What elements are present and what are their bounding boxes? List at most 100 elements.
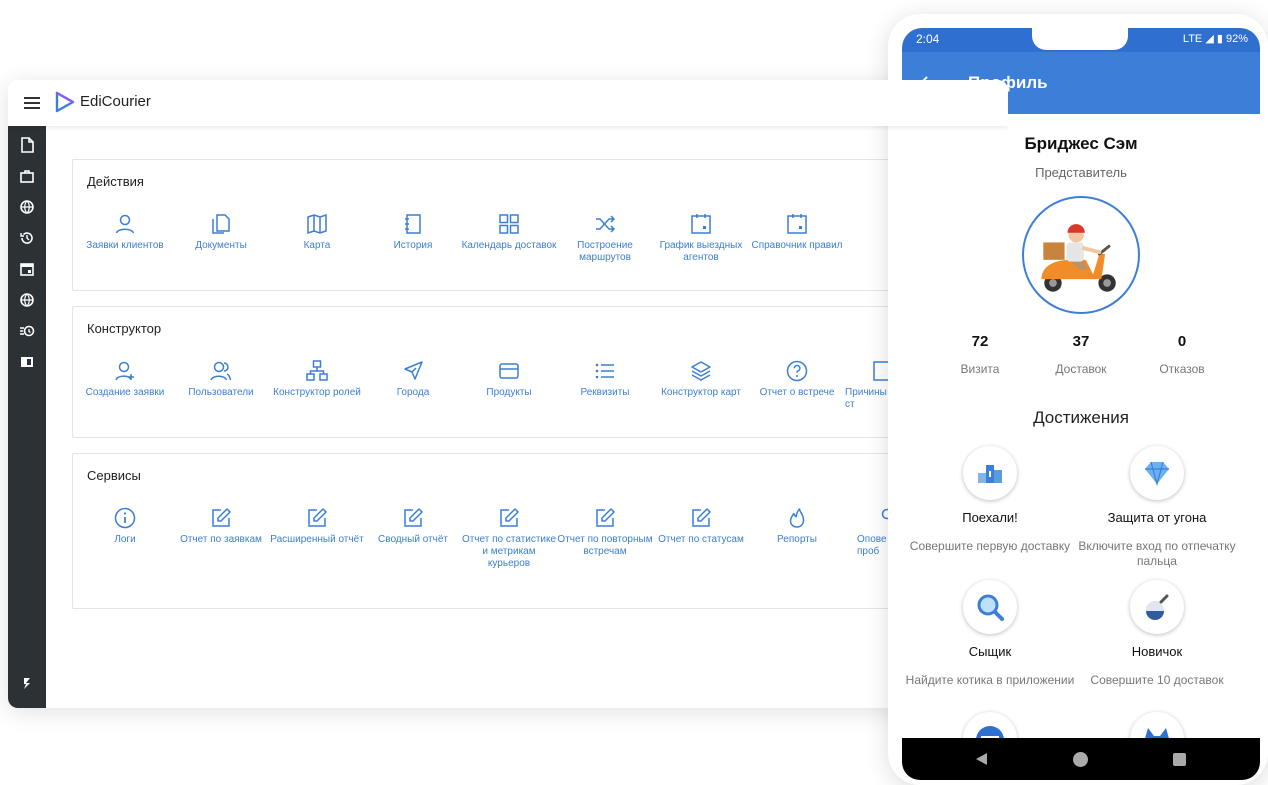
tile-reports[interactable]: Репорты: [749, 506, 845, 546]
achievement-beginner[interactable]: Новичок Совершите 10 доставок: [1072, 580, 1242, 688]
avatar[interactable]: [1022, 196, 1140, 314]
achievement-badge: [1130, 446, 1184, 500]
shuffle-icon: [596, 215, 616, 233]
flask-icon: [1146, 594, 1169, 620]
stat-label: Визита: [960, 362, 1000, 376]
credit-card-icon: [499, 363, 519, 379]
achievement-desc: Включите вход по отпечатку пальца: [1078, 539, 1236, 568]
edit-icon: [500, 508, 519, 527]
network-type: LTE: [1182, 33, 1203, 45]
nav-back-icon[interactable]: [976, 753, 987, 765]
tile-label: Построение маршрутов: [577, 240, 633, 263]
sidebar-briefcase-icon[interactable]: [18, 167, 36, 185]
achievement-detective[interactable]: Сыщик Найдите котика в приложении: [905, 580, 1075, 688]
actions-title: Действия: [87, 174, 144, 189]
achievement-badge: [1130, 580, 1184, 634]
tile-map-constructor[interactable]: Конструктор карт: [653, 359, 749, 399]
tile-meeting-report[interactable]: Отчет о встрече: [749, 359, 845, 399]
top-bar: EdiCourier: [8, 80, 1008, 126]
layers-icon: [691, 361, 711, 381]
tile-cities[interactable]: Города: [365, 359, 461, 399]
tile-documents[interactable]: Документы: [173, 212, 269, 252]
tile-label: Календарь доставок: [461, 240, 557, 251]
tile-status-report[interactable]: Отчет по статусам: [653, 506, 749, 546]
achievement-name: Защита от угона: [1107, 510, 1207, 525]
nav-recents-icon[interactable]: [1173, 753, 1186, 766]
tile-label: Отчет по повторным встречам: [557, 534, 653, 557]
tile-label: Отчет по заявкам: [180, 534, 262, 545]
phone-screen: 2:04 LTE ◢ ▮ 92% Профиль Бриджес Сэм Пре…: [902, 28, 1260, 780]
add-user-icon: [115, 361, 134, 381]
calendar-icon: [691, 214, 711, 234]
fire-icon: [789, 508, 805, 528]
tile-role-constructor[interactable]: Конструктор ролей: [269, 359, 365, 399]
achievement-desc: Найдите котика в приложении: [905, 673, 1075, 687]
tile-products[interactable]: Продукты: [461, 359, 557, 399]
tile-rules-reference[interactable]: Справочник правил: [749, 212, 845, 252]
tile-logs[interactable]: Логи: [77, 506, 173, 546]
tile-label: История: [393, 240, 433, 251]
stat-label: Отказов: [1159, 362, 1205, 376]
tile-label: Документы: [195, 240, 247, 251]
tile-requisites[interactable]: Реквизиты: [557, 359, 653, 399]
tile-label: Сводный отчёт: [378, 534, 448, 545]
tile-label: Причины в ст: [845, 387, 895, 410]
sidebar-globe-icon[interactable]: [18, 198, 36, 216]
nav-home-icon[interactable]: [1073, 752, 1088, 767]
tile-label: Отчет по статистике и метрикам курьеров: [461, 534, 557, 569]
status-indicators: LTE ◢ ▮ 92%: [1183, 32, 1248, 45]
phone-mockup: 2:04 LTE ◢ ▮ 92% Профиль Бриджес Сэм Пре…: [888, 14, 1268, 785]
profile-name: Бриджес Сэм: [1024, 134, 1138, 153]
sidebar-globe-2-icon[interactable]: [18, 291, 36, 309]
tile-label: Справочник правил: [751, 240, 843, 251]
achievement-lets-go[interactable]: Поехали! Совершите первую доставку: [905, 446, 1075, 554]
tile-delivery-calendar[interactable]: Календарь доставок: [461, 212, 557, 252]
tile-history[interactable]: История: [365, 212, 461, 252]
tile-label: Конструктор ролей: [273, 387, 361, 398]
achievement-name: Поехали!: [962, 510, 1018, 525]
sidebar-brand-icon: [18, 674, 36, 692]
battery-level: 92%: [1225, 33, 1248, 45]
sidebar-history-icon[interactable]: [18, 229, 36, 247]
sidebar-schedule-icon[interactable]: [18, 322, 36, 340]
tile-users[interactable]: Пользователи: [173, 359, 269, 399]
edicourier-logo-icon: [55, 91, 75, 113]
tile-label: Отчет о встрече: [759, 387, 835, 398]
tile-map[interactable]: Карта: [269, 212, 365, 252]
tile-repeat-meetings-report[interactable]: Отчет по повторным встречам: [557, 506, 653, 558]
achievement-anti-theft[interactable]: Защита от угона Включите вход по отпечат…: [1072, 446, 1242, 569]
sidebar-document-icon[interactable]: [18, 136, 36, 154]
tile-courier-metrics-report[interactable]: Отчет по статистике и метрикам курьеров: [461, 506, 557, 570]
stat-value: 0: [1177, 333, 1187, 350]
tile-field-agents-schedule[interactable]: График выездных агентов: [653, 212, 749, 264]
tile-label: Конструктор карт: [661, 387, 741, 398]
sidebar-panel-icon[interactable]: [18, 353, 36, 371]
achievement-name: Новичок: [1131, 644, 1183, 659]
services-title: Сервисы: [87, 468, 141, 483]
tile-reasons[interactable]: Причины в ст: [835, 359, 895, 411]
android-nav-bar: [902, 738, 1260, 780]
hamburger-menu-icon[interactable]: [24, 94, 40, 110]
tile-label: Репорты: [777, 534, 817, 545]
airplane-icon: [404, 361, 423, 380]
diamond-icon: [1145, 461, 1169, 487]
tile-label: Отчет по статусам: [658, 534, 744, 545]
tile-summary-report[interactable]: Сводный отчёт: [365, 506, 461, 546]
map-icon: [307, 213, 327, 235]
sidebar-calendar-icon[interactable]: [18, 260, 36, 278]
tile-label: Создание заявки: [85, 387, 165, 398]
documents-icon: [212, 214, 230, 234]
signal-icon: ◢: [1205, 33, 1214, 45]
stat-value: 72: [971, 333, 989, 350]
tile-extended-report[interactable]: Расширенный отчёт: [269, 506, 365, 546]
tile-label: Продукты: [486, 387, 532, 398]
tile-requests-report[interactable]: Отчет по заявкам: [173, 506, 269, 546]
status-bar: 2:04 LTE ◢ ▮ 92%: [902, 28, 1260, 52]
achievement-badge: [963, 446, 1017, 500]
tile-route-building[interactable]: Построение маршрутов: [557, 212, 653, 264]
stat-refusals: 0 Отказов: [1132, 333, 1232, 376]
tile-create-request[interactable]: Создание заявки: [77, 359, 173, 399]
tile-client-requests[interactable]: Заявки клиентов: [77, 212, 173, 252]
edit-icon: [596, 508, 615, 527]
achievement-badge: [963, 580, 1017, 634]
